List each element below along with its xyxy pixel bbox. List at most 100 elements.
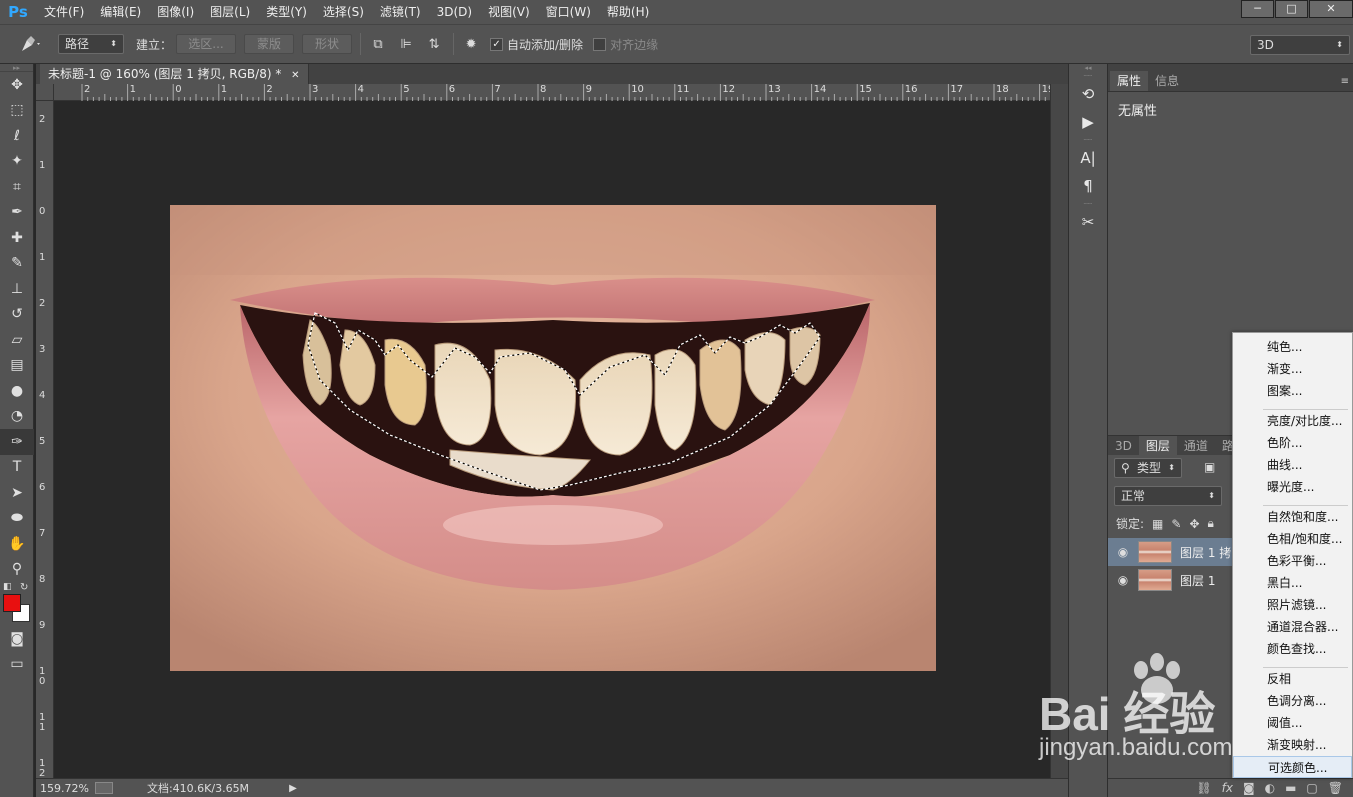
screen-mode-icon[interactable]: ▭ [0,652,34,678]
character-icon[interactable]: A| [1069,144,1107,172]
default-colors-icon[interactable]: ◧ [3,582,12,592]
menu-type[interactable]: 类型(Y) [258,0,315,24]
fx-icon[interactable]: fx [1222,781,1233,795]
type-tool-icon[interactable]: T [0,455,34,481]
menu-item-gradient[interactable]: 渐变... [1233,358,1352,380]
menu-item-brightness-contrast[interactable]: 亮度/对比度... [1233,410,1352,432]
gear-icon[interactable]: ✹ [460,33,482,55]
tab-properties[interactable]: 属性 [1110,71,1149,91]
layer-filter-select[interactable]: ⚲ 类型 ⬍ [1114,458,1182,478]
menu-item-hue-saturation[interactable]: 色相/饱和度... [1233,528,1352,550]
lock-position-icon[interactable]: ✥ [1189,517,1199,531]
marquee-tool-icon[interactable]: ⬚ [0,98,34,124]
magic-wand-tool-icon[interactable]: ✦ [0,149,34,175]
tab-info[interactable]: 信息 [1148,71,1186,91]
lock-transparency-icon[interactable]: ▦ [1152,517,1163,531]
menu-select[interactable]: 选择(S) [315,0,372,24]
eraser-tool-icon[interactable]: ▱ [0,327,34,353]
history-brush-tool-icon[interactable]: ↺ [0,302,34,328]
menu-edit[interactable]: 编辑(E) [92,0,149,24]
menu-3d[interactable]: 3D(D) [429,0,480,24]
move-tool-icon[interactable]: ✥ [0,72,34,98]
menu-item-photo-filter[interactable]: 照片滤镜... [1233,594,1352,616]
paragraph-icon[interactable]: ¶ [1069,172,1107,200]
menu-item-selective-color[interactable]: 可选颜色... [1233,756,1352,778]
pen-tool-preset-icon[interactable] [18,31,44,57]
path-alignment-icon[interactable]: ⊫ [395,33,417,55]
panel-grip[interactable]: ┄┄ [1069,136,1107,144]
lock-pixels-icon[interactable]: ✎ [1171,517,1181,531]
workspace-select[interactable]: 3D ⬍ [1250,35,1350,55]
tab-3d[interactable]: 3D [1108,436,1139,456]
menu-item-levels[interactable]: 色阶... [1233,432,1352,454]
tool-presets-icon[interactable]: ✂ [1069,208,1107,236]
menu-window[interactable]: 窗口(W) [538,0,599,24]
menu-item-curves[interactable]: 曲线... [1233,454,1352,476]
make-mask-button[interactable]: 蒙版 [244,34,295,54]
pen-tool-icon[interactable]: ✑ [0,429,34,455]
tab-layers[interactable]: 图层 [1138,436,1177,456]
actions-play-icon[interactable]: ▶ [1069,108,1107,136]
path-operations-icon[interactable]: ⧉ [367,33,389,55]
status-menu-arrow-icon[interactable]: ▶ [289,783,297,794]
panel-grip[interactable]: ▸▸ [0,64,33,72]
zoom-level[interactable]: 159.72% [40,782,89,795]
menu-item-gradient-map[interactable]: 渐变映射... [1233,734,1352,756]
gradient-tool-icon[interactable]: ▤ [0,353,34,379]
make-selection-button[interactable]: 选区... [176,34,237,54]
menu-filter[interactable]: 滤镜(T) [372,0,429,24]
trash-icon[interactable]: 🗑︎ [1328,781,1343,795]
align-edges-checkbox[interactable] [593,37,607,51]
lock-all-icon[interactable]: 🔒︎ [1208,516,1214,531]
auto-add-delete-checkbox[interactable]: ✓ [490,37,504,51]
menu-view[interactable]: 视图(V) [480,0,538,24]
foreground-color-swatch[interactable] [3,594,21,612]
canvas-image[interactable] [170,205,936,671]
folder-icon[interactable]: ▬ [1285,781,1296,795]
path-arrangement-icon[interactable]: ⇅ [423,33,445,55]
menu-item-color-lookup[interactable]: 颜色查找... [1233,638,1352,660]
blur-tool-icon[interactable]: ● [0,378,34,404]
adjustment-icon[interactable]: ◐ [1265,781,1275,795]
mask-icon[interactable]: ◙ [1243,781,1255,795]
swap-colors-icon[interactable]: ↻ [20,582,28,593]
eye-icon[interactable]: ◉ [1108,573,1138,587]
pen-mode-select[interactable]: 路径 ⬍ [58,34,124,54]
vertical-scrollbar[interactable] [1050,84,1068,778]
restore-button[interactable]: □ [1275,0,1308,18]
brush-tool-icon[interactable]: ✎ [0,251,34,277]
menu-file[interactable]: 文件(F) [36,0,92,24]
menu-layer[interactable]: 图层(L) [202,0,258,24]
menu-item-posterize[interactable]: 色调分离... [1233,690,1352,712]
menu-help[interactable]: 帮助(H) [599,0,657,24]
document-tab[interactable]: 未标题-1 @ 160% (图层 1 拷贝, RGB/8) * ✕ [40,64,309,84]
new-layer-icon[interactable]: ▢ [1306,781,1317,795]
lasso-tool-icon[interactable]: ℓ [0,123,34,149]
eye-icon[interactable]: ◉ [1108,545,1138,559]
panel-grip[interactable]: ┄┄ [1069,200,1107,208]
menu-image[interactable]: 图像(I) [149,0,202,24]
image-filter-icon[interactable]: ▣ [1204,460,1215,474]
crop-tool-icon[interactable]: ⌗ [0,174,34,200]
minimize-button[interactable]: ─ [1241,0,1274,18]
panel-grip[interactable]: ┄┄ [1069,72,1107,80]
panel-menu-icon[interactable]: ≡ [1337,76,1353,91]
link-icon[interactable]: ⛓ [1196,781,1211,795]
menu-item-channel-mixer[interactable]: 通道混合器... [1233,616,1352,638]
menu-item-invert[interactable]: 反相 [1233,668,1352,690]
ellipse-tool-icon[interactable]: ⬬ [0,506,34,532]
close-icon[interactable]: ✕ [291,70,299,81]
menu-item-vibrance[interactable]: 自然饱和度... [1233,506,1352,528]
make-shape-button[interactable]: 形状 [302,34,353,54]
menu-item-threshold[interactable]: 阈值... [1233,712,1352,734]
menu-item-black-white[interactable]: 黑白... [1233,572,1352,594]
tab-channels[interactable]: 通道 [1177,436,1215,456]
history-icon[interactable]: ⟲ [1069,80,1107,108]
menu-item-solid-color[interactable]: 纯色... [1233,336,1352,358]
close-button[interactable]: ✕ [1309,0,1353,18]
hand-tool-icon[interactable]: ✋ [0,531,34,557]
menu-item-pattern[interactable]: 图案... [1233,380,1352,402]
blend-mode-select[interactable]: 正常 ⬍ [1114,486,1222,506]
menu-item-exposure[interactable]: 曝光度... [1233,476,1352,498]
dodge-tool-icon[interactable]: ◔ [0,404,34,430]
